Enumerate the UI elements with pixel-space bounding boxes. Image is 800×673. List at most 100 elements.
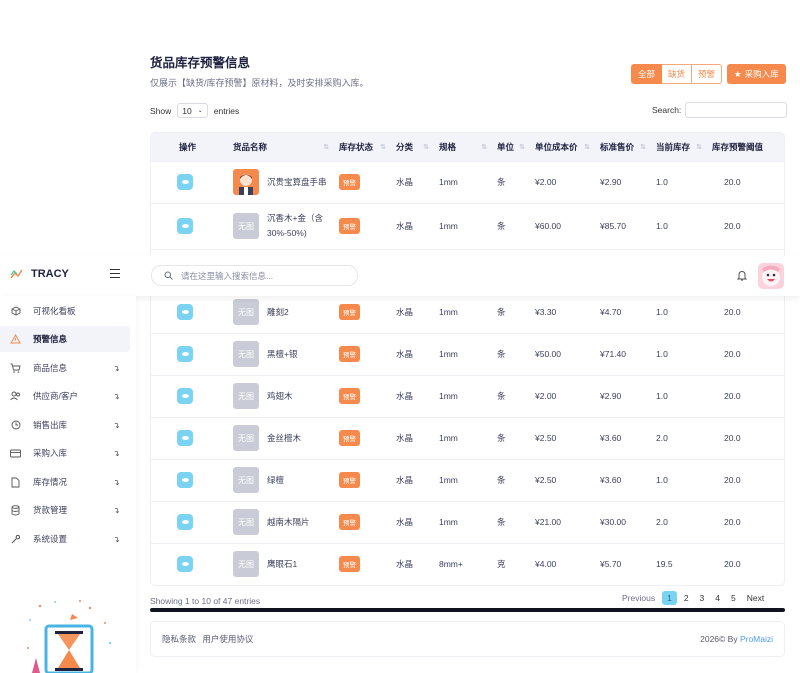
view-eye-icon[interactable] bbox=[177, 346, 193, 362]
unit-cell: 条 bbox=[491, 416, 529, 459]
sidebar-item-label: 系统设置 bbox=[33, 534, 68, 544]
page-size-value: 10 bbox=[182, 105, 192, 116]
page-button[interactable]: 1 bbox=[662, 591, 677, 605]
sidebar-item-products[interactable]: 商品信息 ↴ bbox=[0, 355, 130, 381]
status-badge: 预警 bbox=[339, 174, 360, 190]
app-logo[interactable]: TRACY bbox=[10, 268, 69, 280]
price-cell: ¥85.70 bbox=[594, 202, 650, 249]
column-header[interactable]: 分类 ⇅ bbox=[390, 133, 433, 161]
sidebar-item-payments[interactable]: 货款管理 ↴ bbox=[0, 497, 130, 523]
sort-icon: ⇅ bbox=[584, 144, 590, 151]
horizontal-scrollbar[interactable] bbox=[150, 608, 785, 612]
price-cell: ¥2.90 bbox=[594, 374, 650, 417]
stock-cell: 19.5 bbox=[650, 542, 706, 585]
privacy-link[interactable]: 隐私条款 bbox=[162, 634, 196, 644]
table-row: 无图 沉香木+金（含 30%-50%) 预警 水晶 1mm 条 ¥60.00 ¥8… bbox=[151, 202, 784, 249]
threshold-cell: 20.0 bbox=[706, 332, 784, 375]
filter-out-of-stock-button[interactable]: 缺货 bbox=[662, 64, 693, 84]
page-button[interactable]: 3 bbox=[696, 591, 709, 605]
brand-link[interactable]: ProMaizi bbox=[740, 634, 773, 644]
column-header[interactable]: 当前库存 ⇅ bbox=[650, 133, 706, 161]
card-icon bbox=[10, 448, 21, 459]
previous-page-button[interactable]: Previous bbox=[618, 591, 659, 605]
spec-cell: 1mm bbox=[433, 290, 491, 333]
product-thumbnail bbox=[233, 169, 259, 195]
sidebar-item-label: 销售出库 bbox=[33, 420, 68, 430]
menu-toggle-icon[interactable] bbox=[110, 269, 120, 278]
sidebar-item-dashboard[interactable]: 可视化看板 bbox=[0, 298, 130, 324]
unit-cell: 条 bbox=[491, 160, 529, 203]
user-avatar[interactable] bbox=[758, 263, 784, 289]
sidebar-item-sales-outbound[interactable]: 销售出库 ↴ bbox=[0, 412, 130, 438]
threshold-cell: 20.0 bbox=[706, 202, 784, 249]
product-name: 金丝檀木 bbox=[267, 433, 302, 443]
product-thumbnail: 无图 bbox=[233, 509, 259, 535]
price-cell: ¥71.40 bbox=[594, 332, 650, 375]
table-row: 无图 绿檀 预警 水晶 1mm 条 ¥2.50 ¥3.60 1.0 20.0 bbox=[151, 458, 784, 501]
chart-trend-icon bbox=[10, 269, 23, 279]
view-eye-icon[interactable] bbox=[177, 430, 193, 446]
stock-cell: 1.0 bbox=[650, 290, 706, 333]
status-badge: 预警 bbox=[339, 218, 360, 234]
clock-icon bbox=[10, 420, 21, 431]
sidebar-item-label: 预警信息 bbox=[33, 334, 68, 344]
price-cell: ¥5.70 bbox=[594, 542, 650, 585]
category-cell: 水晶 bbox=[390, 332, 433, 375]
table-row: 无图 金丝檀木 预警 水晶 1mm 条 ¥2.50 ¥3.60 2.0 20.0 bbox=[151, 416, 784, 459]
product-thumbnail: 无图 bbox=[233, 299, 259, 325]
sidebar-item-settings[interactable]: 系统设置 ↴ bbox=[0, 526, 130, 552]
view-eye-icon[interactable] bbox=[177, 514, 193, 530]
page-button[interactable]: 2 bbox=[680, 591, 693, 605]
cost-cell: ¥2.00 bbox=[529, 160, 594, 203]
stock-cell: 2.0 bbox=[650, 416, 706, 459]
unit-cell: 条 bbox=[491, 374, 529, 417]
top-header: TRACY 请在这里输入搜索信息... bbox=[0, 256, 800, 296]
wrench-icon bbox=[10, 534, 21, 545]
column-header[interactable]: 库存状态 ⇅ bbox=[333, 133, 390, 161]
table-search-input[interactable] bbox=[685, 102, 788, 118]
view-eye-icon[interactable] bbox=[177, 556, 193, 573]
sort-icon: ⇅ bbox=[519, 144, 525, 151]
status-badge: 预警 bbox=[339, 346, 360, 362]
page-button[interactable]: 5 bbox=[727, 591, 740, 605]
global-search-input[interactable]: 请在这里输入搜索信息... bbox=[151, 265, 358, 286]
sidebar-item-label: 可视化看板 bbox=[33, 306, 76, 316]
filter-all-button[interactable]: 全部 bbox=[631, 64, 663, 84]
purchase-inbound-button[interactable]: ★ 采购入库 bbox=[727, 64, 786, 84]
column-header[interactable]: 标准售价 ⇅ bbox=[594, 133, 650, 161]
users-icon bbox=[10, 391, 21, 402]
sidebar-item-warning[interactable]: 预警信息 bbox=[0, 326, 130, 352]
sidebar-item-label: 商品信息 bbox=[33, 363, 68, 373]
category-cell: 水晶 bbox=[390, 416, 433, 459]
column-header[interactable]: 操作 bbox=[151, 133, 219, 161]
next-page-button[interactable]: Next bbox=[743, 591, 768, 605]
view-eye-icon[interactable] bbox=[177, 304, 193, 320]
column-header[interactable]: 库存预警阈值 bbox=[706, 133, 784, 161]
product-name-line2: 30%-50%) bbox=[267, 228, 307, 238]
column-header[interactable]: 单位 ⇅ bbox=[491, 133, 529, 161]
column-header[interactable]: 规格 ⇅ bbox=[433, 133, 491, 161]
sidebar-item-purchase-inbound[interactable]: 采购入库 ↴ bbox=[0, 440, 130, 466]
terms-link[interactable]: 用户使用协议 bbox=[202, 634, 253, 644]
threshold-cell: 20.0 bbox=[706, 160, 784, 203]
hourglass-illustration bbox=[20, 598, 120, 673]
status-badge: 预警 bbox=[339, 514, 360, 530]
view-eye-icon[interactable] bbox=[177, 218, 193, 234]
cost-cell: ¥2.50 bbox=[529, 416, 594, 459]
pagination: Previous 1 2 3 4 5 Next bbox=[618, 591, 768, 605]
view-eye-icon[interactable] bbox=[177, 472, 193, 488]
filter-warning-button[interactable]: 预警 bbox=[692, 64, 723, 84]
page-button[interactable]: 4 bbox=[711, 591, 724, 605]
product-name: 沉香木+金（含 bbox=[267, 213, 323, 223]
bell-icon[interactable] bbox=[736, 270, 748, 283]
product-name: 鸡翅木 bbox=[267, 391, 293, 401]
view-eye-icon[interactable] bbox=[177, 174, 193, 190]
column-header[interactable]: 单位成本价 ⇅ bbox=[529, 133, 594, 161]
footer: 隐私条款 用户使用协议 2026© By ProMaizi bbox=[150, 621, 785, 657]
view-eye-icon[interactable] bbox=[177, 388, 193, 404]
column-header[interactable]: 货品名称 ⇅ bbox=[219, 133, 333, 161]
sidebar-item-suppliers[interactable]: 供应商/客户 ↴ bbox=[0, 383, 130, 409]
cart-icon bbox=[10, 363, 21, 374]
page-size-select[interactable]: 10 ⌄ bbox=[177, 103, 208, 118]
sidebar-item-inventory[interactable]: 库存情况 ↴ bbox=[0, 469, 130, 495]
